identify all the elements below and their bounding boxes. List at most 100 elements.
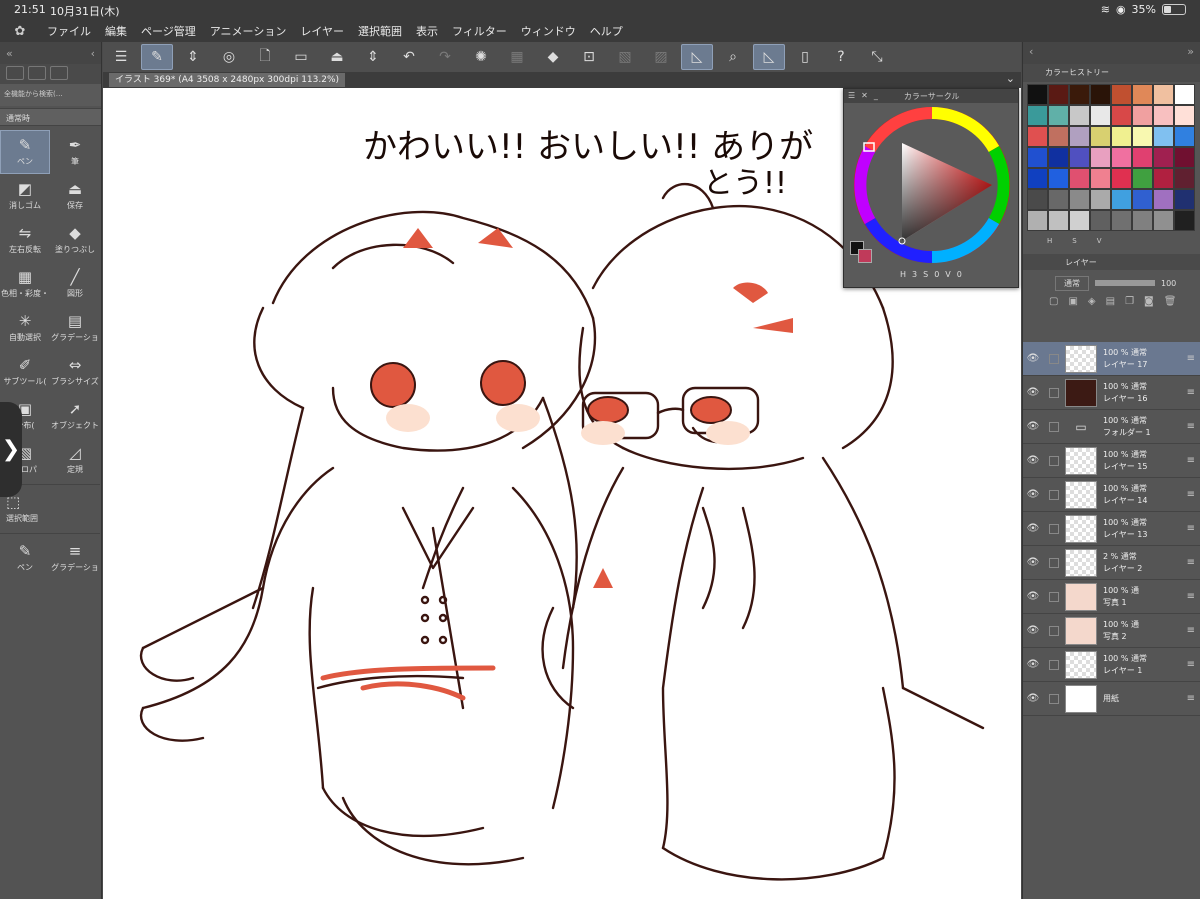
color-swatch[interactable] — [1069, 147, 1090, 168]
color-swatch[interactable] — [1132, 147, 1153, 168]
color-swatch[interactable] — [1048, 189, 1069, 210]
deselect-icon[interactable]: ▧ — [609, 44, 641, 70]
transform-icon[interactable]: ⊡ — [573, 44, 605, 70]
layer-checkbox[interactable] — [1049, 591, 1059, 602]
canvas-tab[interactable]: イラスト 369* (A4 3508 x 2480px 300dpi 113.2… — [109, 73, 346, 87]
layer-row[interactable]: 👁 100 % 通常 レイヤー 14 ≡ — [1023, 478, 1200, 512]
color-swatch[interactable] — [1048, 147, 1069, 168]
color-swatch[interactable] — [1174, 210, 1195, 231]
color-swatch[interactable] — [1027, 210, 1048, 231]
opacity-value[interactable]: 100 — [1161, 279, 1176, 288]
color-swatch[interactable] — [1174, 189, 1195, 210]
layer-menu-icon[interactable]: ≡ — [1187, 625, 1195, 636]
minimize-icon[interactable]: _ — [874, 91, 878, 101]
color-swatch[interactable] — [1090, 126, 1111, 147]
layer-row[interactable]: 👁 ▭ 100 % 通常 フォルダー 1 ≡ — [1023, 410, 1200, 444]
menu-view[interactable]: 表示 — [409, 23, 445, 39]
layer-checkbox[interactable] — [1049, 387, 1059, 398]
save-tray-icon[interactable]: ⏏ — [321, 44, 353, 70]
color-swatch[interactable] — [1132, 210, 1153, 231]
color-swatch[interactable] — [1153, 84, 1174, 105]
menu-filter[interactable]: フィルター — [445, 23, 514, 39]
color-swatch[interactable] — [1027, 84, 1048, 105]
layer-tab[interactable]: レイヤー — [1023, 254, 1200, 270]
color-swatch[interactable] — [1111, 126, 1132, 147]
layer-row[interactable]: 👁 用紙 ≡ — [1023, 682, 1200, 716]
eye-icon[interactable]: 👁 — [1023, 353, 1043, 364]
ruler-snap-icon[interactable]: ◺ — [681, 44, 713, 70]
tool-ruler[interactable]: ◿ 定規 — [50, 438, 100, 482]
color-swatch[interactable] — [1027, 147, 1048, 168]
loading-icon[interactable]: ✺ — [465, 44, 497, 70]
color-swatch[interactable] — [1027, 168, 1048, 189]
chevron-left-icon[interactable]: ‹ — [91, 47, 95, 60]
layer-checkbox[interactable] — [1049, 625, 1059, 636]
layer-menu-icon[interactable]: ≡ — [1187, 421, 1195, 432]
layer-checkbox[interactable] — [1049, 659, 1059, 670]
updown-icon[interactable]: ⇕ — [177, 44, 209, 70]
color-swatch[interactable] — [1111, 189, 1132, 210]
invert-icon[interactable]: ▨ — [645, 44, 677, 70]
menu-selection[interactable]: 選択範囲 — [351, 23, 409, 39]
eye-icon[interactable]: 👁 — [1023, 523, 1043, 534]
folder-icon[interactable]: ▤ — [1106, 296, 1115, 336]
menu-window[interactable]: ウィンドウ — [514, 23, 583, 39]
new-file-icon[interactable]: 🗋 — [249, 44, 281, 70]
color-swatch[interactable] — [1174, 105, 1195, 126]
color-swatch[interactable] — [1090, 189, 1111, 210]
color-swatch[interactable] — [1090, 168, 1111, 189]
quick-gradient[interactable]: ≡ グラデーショ — [50, 536, 100, 580]
eye-icon[interactable]: 👁 — [1023, 591, 1043, 602]
layer-checkbox[interactable] — [1049, 489, 1059, 500]
menu-edit[interactable]: 編集 — [98, 23, 134, 39]
tool-object[interactable]: ➚ オブジェクト — [50, 394, 100, 438]
tool-hue[interactable]: ▦ 色相・彩度・ — [0, 262, 50, 306]
color-swatch[interactable] — [1132, 168, 1153, 189]
redo-icon[interactable]: ↷ — [429, 44, 461, 70]
color-swatch[interactable] — [1069, 105, 1090, 126]
layer-checkbox[interactable] — [1049, 353, 1059, 364]
eye-icon[interactable]: 👁 — [1023, 693, 1043, 704]
hamburger-icon[interactable]: ☰ — [105, 44, 137, 70]
color-swatch[interactable] — [1174, 126, 1195, 147]
layer-menu-icon[interactable]: ≡ — [1187, 591, 1195, 602]
color-swatch[interactable] — [1069, 84, 1090, 105]
copy-icon[interactable]: ❐ — [1125, 296, 1134, 336]
close-icon[interactable]: ✕ — [861, 91, 868, 101]
raster-icon[interactable]: ▣ — [1068, 296, 1077, 336]
ink-icon[interactable]: ⌕ — [717, 44, 749, 70]
clear-icon[interactable]: ▦ — [501, 44, 533, 70]
device-icon[interactable]: ▯ — [789, 44, 821, 70]
tool-shape[interactable]: ╱ 図形 — [50, 262, 100, 306]
color-swatch[interactable] — [1153, 189, 1174, 210]
color-swatch[interactable] — [1132, 84, 1153, 105]
layer-row[interactable]: 👁 100 % 通常 レイヤー 13 ≡ — [1023, 512, 1200, 546]
sub-color-swatch[interactable] — [858, 249, 872, 263]
color-swatch[interactable] — [1174, 168, 1195, 189]
color-swatch[interactable] — [1153, 210, 1174, 231]
tab-search-icon[interactable] — [50, 66, 68, 80]
layer-menu-icon[interactable]: ≡ — [1187, 455, 1195, 466]
color-swatch[interactable] — [1090, 105, 1111, 126]
layer-menu-icon[interactable]: ≡ — [1187, 693, 1195, 704]
tool-save[interactable]: ⏏ 保存 — [50, 174, 100, 218]
layer-checkbox[interactable] — [1049, 557, 1059, 568]
layer-checkbox[interactable] — [1049, 455, 1059, 466]
layer-checkbox[interactable] — [1049, 421, 1059, 432]
menu-animation[interactable]: アニメーション — [203, 23, 294, 39]
layer-row[interactable]: 👁 2 % 通常 レイヤー 2 ≡ — [1023, 546, 1200, 580]
color-swatch[interactable] — [1027, 189, 1048, 210]
color-swatch[interactable] — [1174, 147, 1195, 168]
eye-icon[interactable]: 👁 — [1023, 557, 1043, 568]
swirl-icon[interactable]: ◎ — [213, 44, 245, 70]
color-swatch[interactable] — [1048, 210, 1069, 231]
open-folder-icon[interactable]: ▭ — [285, 44, 317, 70]
menu-icon[interactable]: ☰ — [848, 91, 855, 101]
color-swatch[interactable] — [1111, 84, 1132, 105]
undo-icon[interactable]: ↶ — [393, 44, 425, 70]
tool-subtool[interactable]: ✐ サブツール( — [0, 350, 50, 394]
color-swatch[interactable] — [1153, 168, 1174, 189]
layer-row[interactable]: 👁 100 % 通常 レイヤー 15 ≡ — [1023, 444, 1200, 478]
color-swatch[interactable] — [1027, 126, 1048, 147]
help-icon[interactable]: ? — [825, 44, 857, 70]
